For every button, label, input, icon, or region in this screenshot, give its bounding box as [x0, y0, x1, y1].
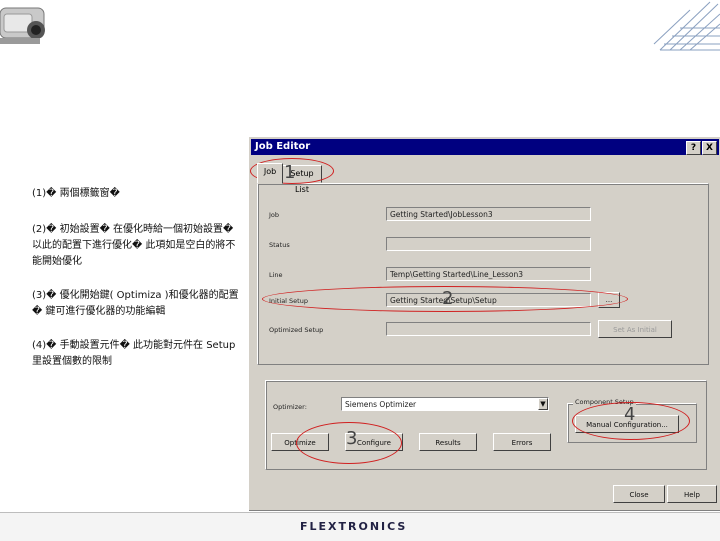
- line-field: Temp\Getting Started\Line_Lesson3: [386, 267, 591, 281]
- grid-decoration-icon: [653, 1, 720, 51]
- optimizer-select[interactable]: Siemens Optimizer: [341, 397, 549, 411]
- tab-job[interactable]: Job: [257, 163, 283, 184]
- line-label: Line: [269, 271, 283, 279]
- note-3: (3)� 優化開始鍵( Optimiza )和優化器的配置� 鍵可進行優化器的功…: [32, 290, 239, 317]
- annotation-number-3: 3: [346, 428, 358, 449]
- dialog-title: Job Editor: [255, 141, 311, 152]
- set-as-initial-button[interactable]: Set As Initial: [598, 320, 672, 338]
- close-title-button[interactable]: X: [702, 141, 717, 155]
- optimized-setup-label: Optimized Setup: [269, 326, 324, 334]
- results-button[interactable]: Results: [419, 433, 477, 451]
- job-field: Getting Started\JobLesson3: [386, 207, 591, 221]
- optimized-setup-field: [386, 322, 591, 336]
- help-title-button[interactable]: ?: [686, 141, 701, 155]
- status-label: Status: [269, 241, 290, 249]
- note-4: (4)� 手動設置元件� 此功能對元件在 Setup里設置個數的限制: [32, 340, 236, 367]
- note-1: (1)� 兩個標籤窗�: [32, 188, 120, 199]
- job-label: Job: [269, 211, 280, 219]
- annotation-number-2: 2: [442, 288, 454, 309]
- brand-logo: FLEXTRONICS: [300, 520, 408, 533]
- close-button[interactable]: Close: [613, 485, 665, 503]
- chevron-down-icon[interactable]: ▼: [538, 398, 548, 410]
- help-button[interactable]: Help: [667, 485, 717, 503]
- projector-icon: [0, 7, 45, 44]
- annotation-number-1: 1: [284, 162, 296, 183]
- optimizer-label: Optimizer:: [273, 403, 307, 411]
- errors-button[interactable]: Errors: [493, 433, 551, 451]
- status-field: [386, 237, 591, 251]
- dialog-titlebar: Job Editor ? X: [251, 139, 719, 155]
- annotation-number-4: 4: [624, 404, 636, 425]
- note-2: (2)� 初始設置� 在優化時給一個初始設置� 以此的配置下進行優化� 此項如是…: [32, 224, 236, 267]
- notes-panel: (1)� 兩個標籤窗� (2)� 初始設置� 在優化時給一個初始設置� 以此的配…: [32, 186, 242, 386]
